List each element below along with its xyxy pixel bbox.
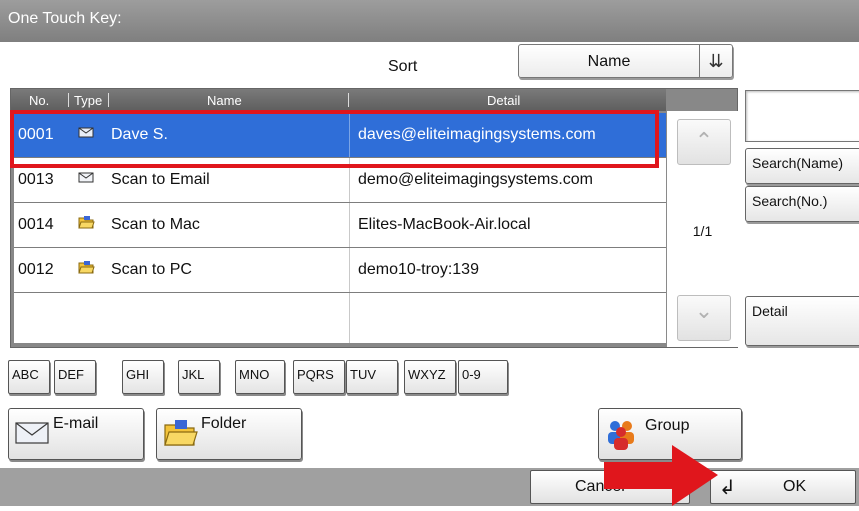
index-key-abc[interactable]: ABC <box>8 360 50 394</box>
cell-divider <box>349 248 350 292</box>
cell-divider <box>349 203 350 247</box>
index-key-pqrs[interactable]: PQRS <box>293 360 345 394</box>
column-detail: Detail <box>487 93 521 108</box>
cell-divider <box>349 293 350 343</box>
arrow-right-icon <box>604 445 720 506</box>
folder-icon <box>163 417 199 454</box>
list-item-0014[interactable]: 0014 Scan to Mac Elites-MacBook-Air.loca… <box>14 203 666 248</box>
list-item-0012[interactable]: 0012 Scan to PC demo10-troy:139 <box>14 248 666 293</box>
row-number: 0012 <box>18 261 54 278</box>
index-key-wxyz[interactable]: WXYZ <box>404 360 456 394</box>
column-divider <box>68 93 69 107</box>
detail-button[interactable]: Detail <box>745 296 859 346</box>
email-filter-button[interactable]: E-mail <box>8 408 144 460</box>
sort-dropdown[interactable]: Name ⇊ <box>518 44 733 78</box>
index-key-ghi[interactable]: GHI <box>122 360 164 394</box>
index-key-def[interactable]: DEF <box>54 360 96 394</box>
column-no: No. <box>29 93 50 108</box>
scroll-up-button[interactable]: ⌃ <box>677 119 731 165</box>
index-key-jkl[interactable]: JKL <box>178 360 220 394</box>
folder-icon <box>78 260 95 280</box>
column-type: Type <box>74 93 103 108</box>
list-item-empty <box>14 293 666 343</box>
ok-label: OK <box>783 478 807 495</box>
column-divider <box>108 93 109 107</box>
ok-button[interactable]: ↲ OK <box>710 470 856 504</box>
sort-label: Sort <box>388 58 418 75</box>
envelope-icon <box>78 170 94 189</box>
row-name: Scan to PC <box>111 261 192 278</box>
row-name: Scan to Mac <box>111 216 200 233</box>
list-header: No. Type Name Detail <box>11 89 666 111</box>
scroll-down-button[interactable]: ⌄ <box>677 295 731 341</box>
row-detail: demo10-troy:139 <box>358 261 479 278</box>
title-bar: One Touch Key: <box>0 0 859 42</box>
row-name: Scan to Email <box>111 171 210 188</box>
index-key-0-9[interactable]: 0-9 <box>458 360 508 394</box>
search-name-button[interactable]: Search(Name) <box>745 148 859 184</box>
window-title: One Touch Key: <box>8 10 122 27</box>
column-name: Name <box>207 93 242 108</box>
index-key-mno[interactable]: MNO <box>235 360 285 394</box>
folder-icon <box>78 215 95 235</box>
selection-highlight-box <box>10 110 659 168</box>
chevron-down-icon: ⌄ <box>694 298 714 323</box>
search-input[interactable] <box>745 90 859 142</box>
group-filter-label: Group <box>645 417 690 434</box>
search-number-button[interactable]: Search(No.) <box>745 186 859 222</box>
row-detail: Elites-MacBook-Air.local <box>358 216 531 233</box>
chevron-up-icon: ⌃ <box>694 128 714 153</box>
row-detail: demo@eliteimagingsystems.com <box>358 171 593 188</box>
sort-value: Name <box>587 53 631 70</box>
folder-filter-button[interactable]: Folder <box>156 408 302 460</box>
folder-filter-label: Folder <box>201 415 247 432</box>
index-key-tuv[interactable]: TUV <box>346 360 398 394</box>
scroll-column: ⌃ 1/1 ⌄ <box>666 111 738 347</box>
envelope-icon <box>15 421 49 450</box>
page-indicator: 1/1 <box>692 223 713 239</box>
email-filter-label: E-mail <box>53 415 99 432</box>
row-number: 0013 <box>18 171 54 188</box>
double-chevron-down-icon[interactable]: ⇊ <box>699 45 732 77</box>
column-divider <box>348 93 349 107</box>
row-number: 0014 <box>18 216 54 233</box>
enter-return-icon: ↲ <box>719 477 736 499</box>
